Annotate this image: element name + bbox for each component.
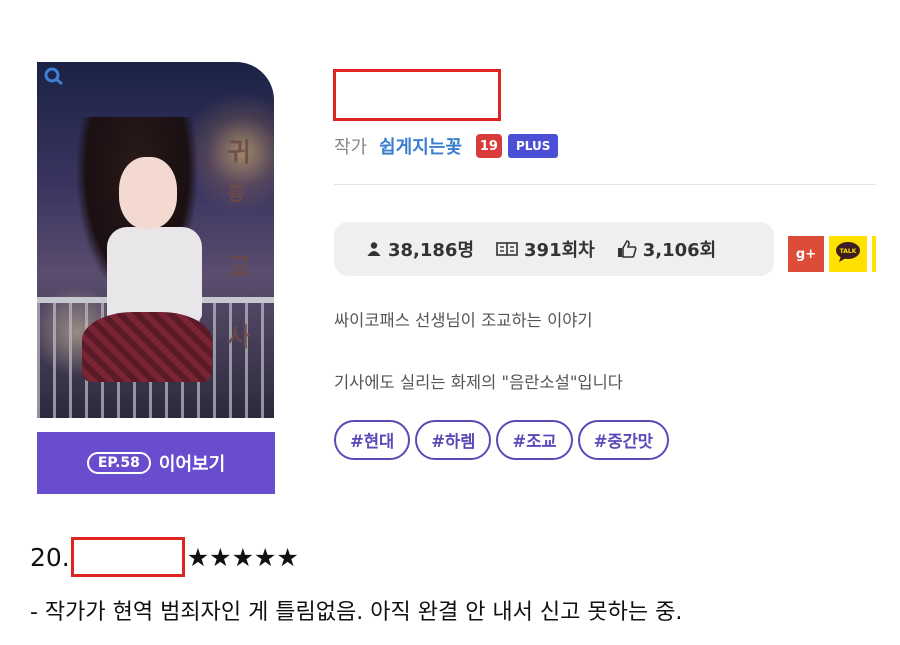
kakao-talk-label: TALK	[840, 248, 857, 255]
plus-badge: PLUS	[507, 134, 559, 158]
continue-reading-label: 이어보기	[158, 454, 226, 475]
tag-chip[interactable]: #조교	[496, 420, 573, 460]
cover-character-face	[119, 157, 177, 229]
star-rating: ★★★★★	[186, 542, 299, 572]
age-rating-badge: 19	[475, 134, 502, 158]
thumbs-up-icon	[617, 240, 637, 258]
person-icon	[366, 241, 382, 257]
cover-character-shirt	[107, 227, 202, 322]
redacted-rank-title	[70, 537, 185, 577]
share-button-partial[interactable]	[872, 236, 876, 272]
stats-bar: 38,186명 391회차 3,106회	[334, 222, 774, 276]
divider	[334, 184, 876, 185]
readers-stat: 38,186명	[366, 236, 474, 262]
book-icon	[496, 241, 518, 257]
author-row: 작가 쉽게지는꽃 19 PLUS	[334, 131, 559, 161]
description-line: 싸이코패스 선생님이 조교하는 이야기	[334, 311, 593, 330]
readers-count: 38,186명	[388, 240, 475, 261]
rank-row: 20. ★★★★★	[30, 537, 299, 577]
tag-list: #현대 #하렘 #조교 #중간맛	[334, 420, 669, 460]
author-label: 작가	[334, 137, 368, 158]
tag-chip[interactable]: #하렘	[415, 420, 492, 460]
episodes-count: 391회차	[524, 240, 595, 261]
cover-title-char: 교	[227, 253, 251, 283]
cover-title-char: 사	[227, 323, 251, 353]
redacted-title	[333, 69, 501, 121]
episode-badge: EP.58	[86, 452, 151, 474]
likes-stat: 3,106회	[617, 236, 717, 262]
author-name-link[interactable]: 쉽게지는꽃	[379, 133, 462, 159]
google-plus-share-button[interactable]: g+	[788, 236, 824, 272]
likes-count: 3,106회	[642, 240, 717, 261]
rank-number: 20.	[30, 542, 70, 572]
kakao-talk-share-button[interactable]: TALK	[829, 236, 867, 272]
cover-title-char: 귀	[227, 138, 251, 168]
cover-title-char: 흉	[227, 181, 246, 205]
tag-chip[interactable]: #중간맛	[577, 420, 669, 460]
episodes-stat: 391회차	[496, 236, 595, 262]
google-plus-icon: g+	[795, 246, 817, 262]
cover-logo-icon	[43, 66, 69, 88]
comment-text: - 작가가 현역 범죄자인 게 틀림없음. 아직 완결 안 내서 신고 못하는 …	[30, 600, 683, 625]
cover-image[interactable]: 귀 흉 교 사	[37, 62, 274, 418]
cover-character-skirt	[82, 312, 212, 382]
kakao-talk-icon: TALK	[835, 241, 861, 267]
description-line: 기사에도 실리는 화제의 "음란소설"입니다	[334, 373, 623, 392]
tag-chip[interactable]: #현대	[334, 420, 411, 460]
continue-reading-button[interactable]: EP.58 이어보기	[37, 432, 275, 494]
